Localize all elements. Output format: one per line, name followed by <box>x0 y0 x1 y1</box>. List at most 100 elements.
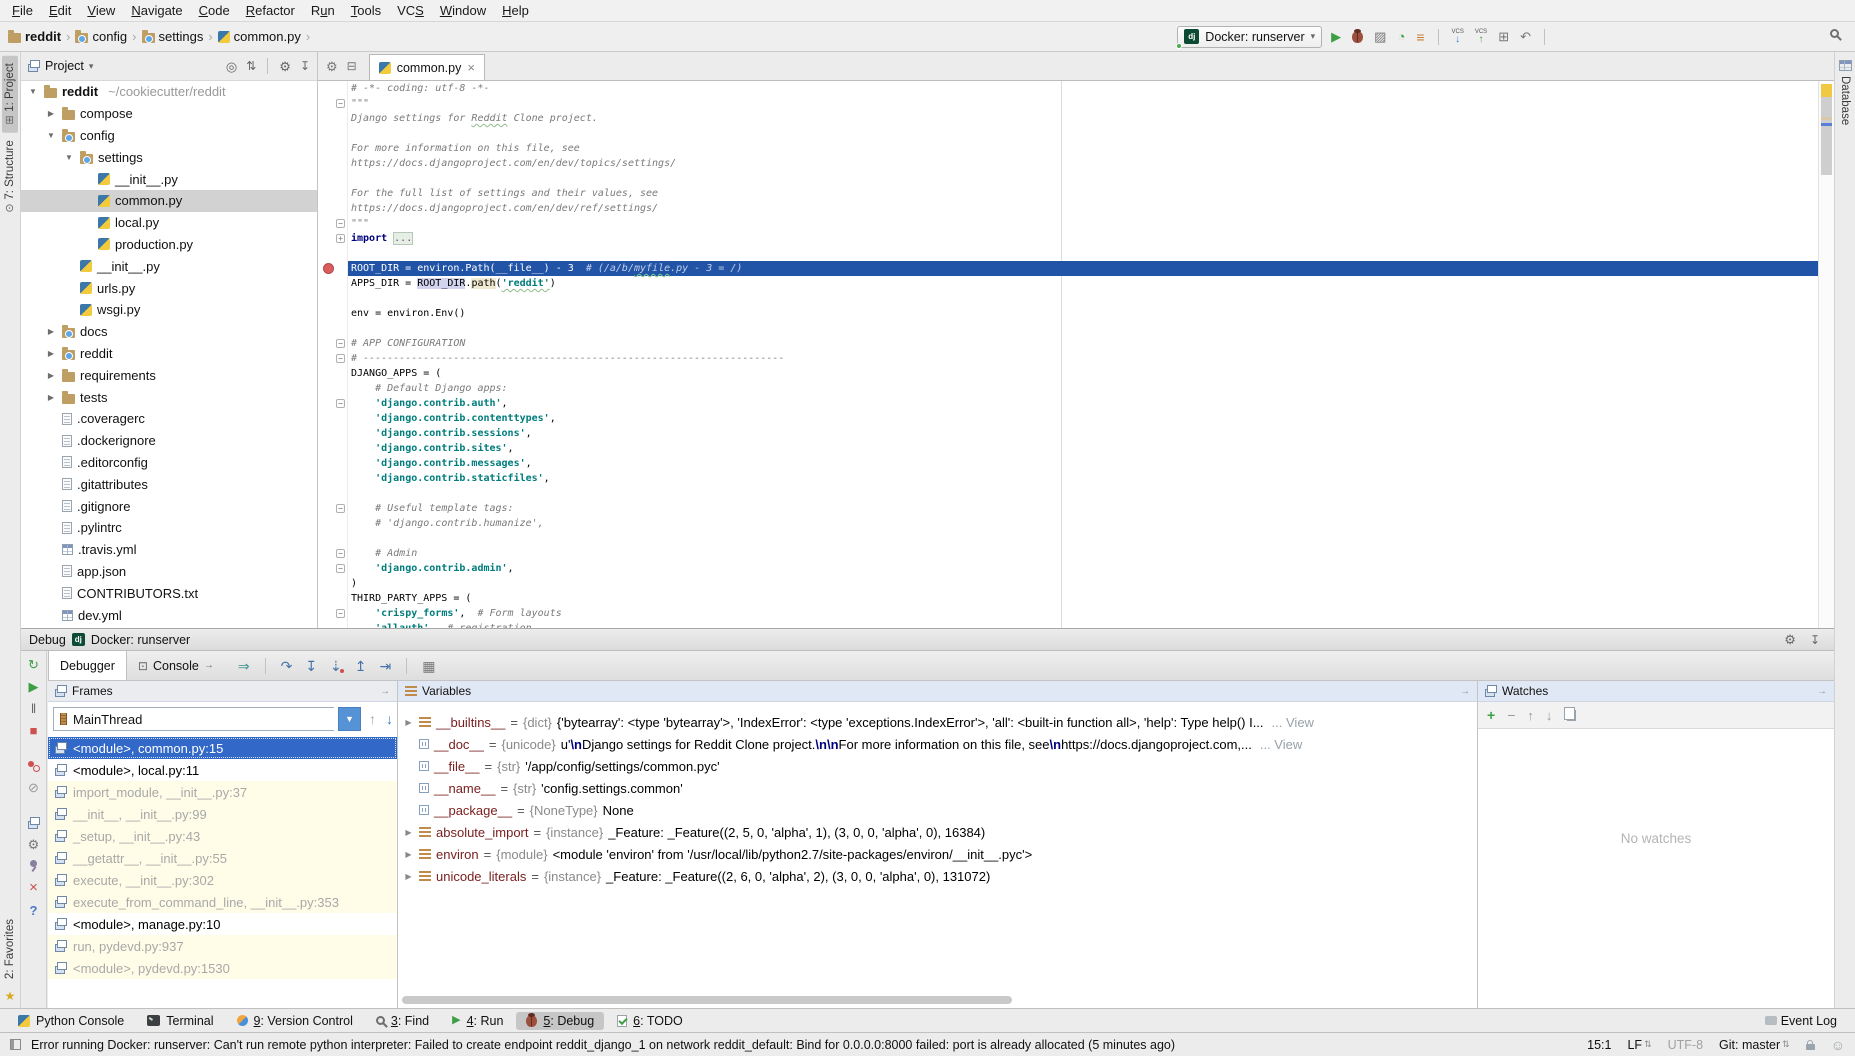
evaluate-expression-icon[interactable]: ▦ <box>422 659 435 673</box>
expand-arrow-icon[interactable]: ▶ <box>403 850 414 859</box>
close-icon[interactable]: × <box>29 880 38 895</box>
tree-item-production-py[interactable]: production.py <box>21 234 317 256</box>
locate-icon[interactable]: ◎ <box>226 60 237 73</box>
tree-item-docs[interactable]: ▶docs <box>21 321 317 343</box>
frame-row[interactable]: __init__, __init__.py:99 <box>48 803 397 825</box>
tree-item--pylintrc[interactable]: .pylintrc <box>21 517 317 539</box>
menu-code[interactable]: Code <box>191 1 238 20</box>
expand-arrow-icon[interactable]: ▶ <box>403 828 414 837</box>
tree-item--editorconfig[interactable]: .editorconfig <box>21 452 317 474</box>
frame-row[interactable]: execute, __init__.py:302 <box>48 869 397 891</box>
code-area[interactable]: # -*- coding: utf-8 -*-"""Django setting… <box>318 81 1834 628</box>
settings-gear-icon[interactable]: ⚙ <box>28 838 40 851</box>
fold-collapse-icon[interactable]: − <box>336 609 345 618</box>
tab-console[interactable]: ⊡Console→ <box>127 651 225 680</box>
fold-collapse-icon[interactable]: − <box>336 99 345 108</box>
menu-run[interactable]: Run <box>303 1 343 20</box>
frame-row[interactable]: __getattr__, __init__.py:55 <box>48 847 397 869</box>
fold-collapse-icon[interactable]: − <box>336 504 345 513</box>
frame-down-icon[interactable]: ↓ <box>386 712 393 726</box>
sidebar-item-project[interactable]: ⊞1: Project <box>2 56 18 133</box>
variable-row[interactable]: ▶absolute_import = {instance} _Feature: … <box>398 821 1477 843</box>
tab-terminal[interactable]: Terminal <box>137 1012 223 1030</box>
tab-9-version-control[interactable]: 9: Version Control <box>227 1012 363 1030</box>
tree-closed-arrow-icon[interactable]: ▶ <box>45 109 57 118</box>
tab-4-run[interactable]: ▶4: Run <box>442 1012 513 1030</box>
move-watch-down-icon[interactable]: ↓ <box>1546 709 1553 722</box>
copy-icon[interactable] <box>1567 710 1576 721</box>
tree-item-wsgi-py[interactable]: wsgi.py <box>21 299 317 321</box>
variable-row[interactable]: ▶__builtins__ = {dict} {'bytearray': <ty… <box>398 711 1477 733</box>
caret-position[interactable]: 15:1 <box>1587 1038 1611 1052</box>
edit-configurations-icon[interactable]: ≡ <box>1416 30 1424 44</box>
variable-row[interactable]: ▶environ = {module} <module 'environ' fr… <box>398 843 1477 865</box>
tab-settings-gear-icon[interactable]: ⚙ <box>326 60 338 73</box>
add-watch-icon[interactable]: + <box>1487 708 1495 722</box>
inspections-profile-icon[interactable]: ☺ <box>1831 1038 1845 1052</box>
pause-icon[interactable]: ‖ <box>31 702 36 715</box>
menu-view[interactable]: View <box>79 1 123 20</box>
force-step-into-icon[interactable]: ⇣ <box>330 659 342 673</box>
run-with-coverage-icon[interactable]: ▨ <box>1374 30 1386 43</box>
breadcrumb-item[interactable]: reddit <box>8 29 61 44</box>
tree-item-requirements[interactable]: ▶requirements <box>21 364 317 386</box>
move-watch-up-icon[interactable]: ↑ <box>1527 709 1534 722</box>
menu-file[interactable]: File <box>4 1 41 20</box>
mute-breakpoints-icon[interactable]: ⊘ <box>28 781 39 794</box>
menu-edit[interactable]: Edit <box>41 1 79 20</box>
remove-watch-icon[interactable]: − <box>1507 708 1515 722</box>
view-link[interactable]: ... View <box>1260 737 1302 752</box>
thread-dropdown-button[interactable]: ▼ <box>338 707 361 731</box>
expand-arrow-icon[interactable]: ▶ <box>403 718 414 727</box>
sidebar-item-database[interactable]: Database <box>1839 56 1852 125</box>
collapse-all-icon[interactable]: ⇅ <box>246 60 256 72</box>
frame-row[interactable]: _setup, __init__.py:43 <box>48 825 397 847</box>
frame-row[interactable]: execute_from_command_line, __init__.py:3… <box>48 891 397 913</box>
scrollbar-thumb[interactable] <box>1821 97 1832 175</box>
hide-panel-icon[interactable]: ↧ <box>1810 634 1820 646</box>
breadcrumb-item[interactable]: settings <box>142 29 204 44</box>
tree-closed-arrow-icon[interactable]: ▶ <box>45 349 57 358</box>
tree-closed-arrow-icon[interactable]: ▶ <box>45 371 57 380</box>
vcs-commit-icon[interactable]: VCS↑ <box>1475 29 1487 45</box>
help-icon[interactable]: ? <box>30 904 38 917</box>
editor-gutter[interactable]: −−+−−−−−−− <box>318 81 348 628</box>
tree-closed-arrow-icon[interactable]: ▶ <box>45 393 57 402</box>
tree-item-config[interactable]: ▼config <box>21 125 317 147</box>
search-icon[interactable] <box>1830 29 1839 38</box>
chevron-down-icon[interactable]: ▾ <box>89 62 94 71</box>
horizontal-scrollbar-thumb[interactable] <box>402 996 1012 1004</box>
frame-row[interactable]: <module>, local.py:11 <box>48 759 397 781</box>
tree-item--coveragerc[interactable]: .coveragerc <box>21 408 317 430</box>
fold-collapse-icon[interactable]: − <box>336 354 345 363</box>
tree-item--init-py[interactable]: __init__.py <box>21 168 317 190</box>
view-breakpoints-icon[interactable] <box>28 760 40 772</box>
menu-vcs[interactable]: VCS <box>389 1 432 20</box>
debug-bug-icon[interactable] <box>1352 31 1363 43</box>
tab-5-debug[interactable]: 5: Debug <box>516 1012 604 1030</box>
float-panel-icon[interactable]: → <box>1817 686 1827 697</box>
tab-common-py[interactable]: common.py × <box>369 54 485 80</box>
frame-row[interactable]: import_module, __init__.py:37 <box>48 781 397 803</box>
tree-item-local-py[interactable]: local.py <box>21 212 317 234</box>
hide-panel-icon[interactable]: ↧ <box>300 60 310 72</box>
show-changes-icon[interactable]: ⊞ <box>1498 30 1509 43</box>
frame-row[interactable]: <module>, pydevd.py:1530 <box>48 957 397 979</box>
breakpoint-icon[interactable] <box>323 263 334 274</box>
tree-item-tests[interactable]: ▶tests <box>21 386 317 408</box>
menu-refactor[interactable]: Refactor <box>238 1 303 20</box>
file-encoding[interactable]: UTF-8 <box>1668 1038 1703 1052</box>
event-log-button[interactable]: Event Log <box>1765 1014 1847 1028</box>
vcs-branch[interactable]: Git: master⇅ <box>1719 1038 1790 1052</box>
tab-3-find[interactable]: 3: Find <box>366 1012 439 1030</box>
run-to-cursor-icon[interactable]: ⇥ <box>380 659 392 673</box>
menu-navigate[interactable]: Navigate <box>123 1 190 20</box>
menu-window[interactable]: Window <box>432 1 494 20</box>
fold-collapse-icon[interactable]: − <box>336 399 345 408</box>
stop-icon[interactable]: ■ <box>30 724 38 737</box>
sidebar-item-structure[interactable]: ⊙7: Structure <box>2 133 18 221</box>
view-link[interactable]: ... View <box>1272 715 1314 730</box>
tree-item-contributors-txt[interactable]: CONTRIBUTORS.txt <box>21 582 317 604</box>
profiler-icon[interactable]: ◔ <box>1397 30 1405 43</box>
menu-help[interactable]: Help <box>494 1 537 20</box>
